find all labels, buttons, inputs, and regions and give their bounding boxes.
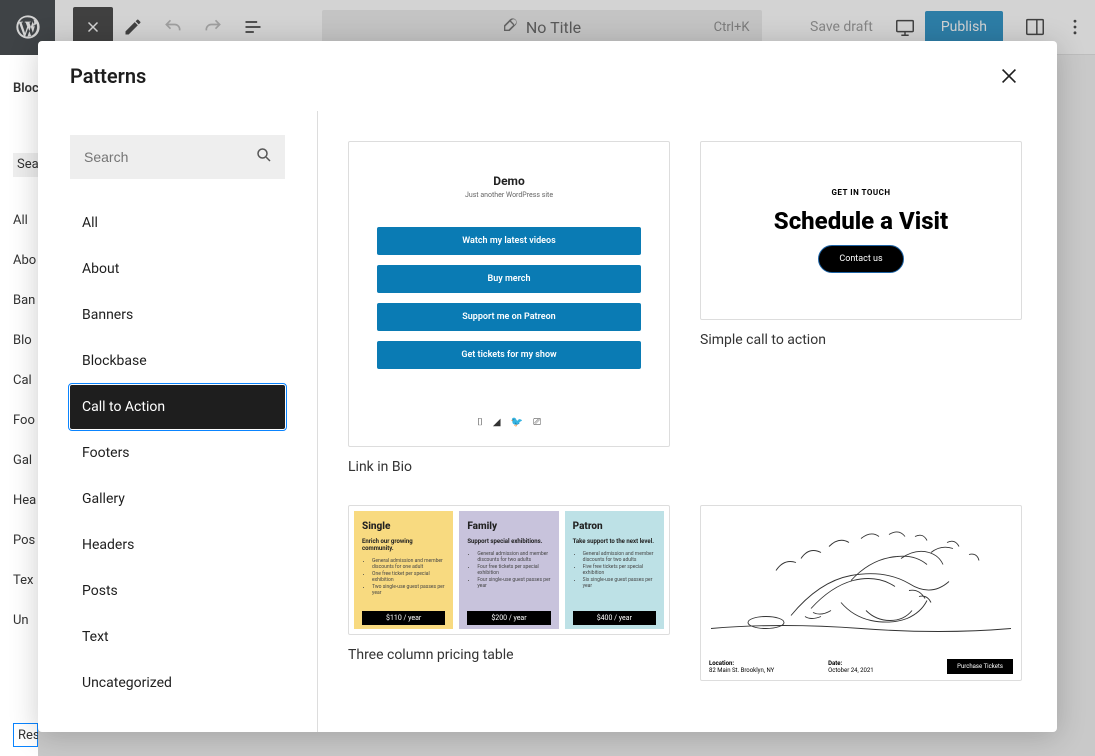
- twitch-icon: ⎚: [533, 417, 541, 428]
- twitter-icon: 🐦: [511, 417, 523, 428]
- category-uncategorized[interactable]: Uncategorized: [70, 661, 285, 705]
- pattern-pricing-table[interactable]: SingleEnrich our growing community.Gener…: [348, 505, 670, 681]
- category-text[interactable]: Text: [70, 615, 285, 659]
- patterns-grid: Demo Just another WordPress site Watch m…: [318, 111, 1057, 732]
- pattern-purchase-tickets[interactable]: Location:82 Main St. Brooklyn, NY Date:O…: [700, 505, 1022, 681]
- search-input[interactable]: [70, 135, 285, 179]
- category-blockbase[interactable]: Blockbase: [70, 339, 285, 383]
- close-icon[interactable]: [993, 60, 1025, 92]
- category-gallery[interactable]: Gallery: [70, 477, 285, 521]
- category-banners[interactable]: Banners: [70, 293, 285, 337]
- instagram-icon: ⌷: [477, 417, 483, 428]
- pattern-link-in-bio[interactable]: Demo Just another WordPress site Watch m…: [348, 141, 670, 475]
- category-call-to-action[interactable]: Call to Action: [70, 385, 285, 429]
- patterns-sidebar: AllAboutBannersBlockbaseCall to ActionFo…: [38, 111, 318, 732]
- illustration: [701, 506, 1021, 655]
- pattern-simple-cta[interactable]: GET IN TOUCH Schedule a Visit Contact us…: [700, 141, 1022, 475]
- modal-title: Patterns: [70, 64, 146, 88]
- category-about[interactable]: About: [70, 247, 285, 291]
- category-posts[interactable]: Posts: [70, 569, 285, 613]
- category-headers[interactable]: Headers: [70, 523, 285, 567]
- inserter-sidebar-peek: Block Sear All Abo Ban Blo Cal Foo Gal H…: [0, 55, 38, 756]
- search-icon: [255, 146, 273, 168]
- patterns-modal: Patterns AllAboutBannersBlockbaseCall to…: [38, 41, 1057, 732]
- bandcamp-icon: ◢: [493, 417, 501, 428]
- category-footers[interactable]: Footers: [70, 431, 285, 475]
- category-all[interactable]: All: [70, 201, 285, 245]
- modal-header: Patterns: [38, 41, 1057, 111]
